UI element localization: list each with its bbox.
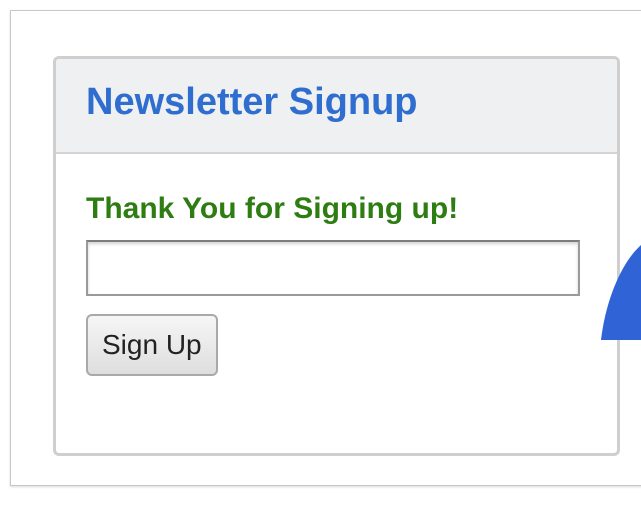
blue-pointer-shape-icon [601, 245, 641, 340]
newsletter-widget: Newsletter Signup Thank You for Signing … [53, 56, 620, 456]
screenshot-stage: Newsletter Signup Thank You for Signing … [0, 0, 641, 511]
thank-you-message: Thank You for Signing up! [86, 192, 459, 225]
widget-body: Thank You for Signing up! Sign Up [56, 154, 617, 376]
sign-up-button[interactable]: Sign Up [86, 314, 218, 376]
widget-header: Newsletter Signup [56, 59, 617, 154]
widget-title: Newsletter Signup [86, 81, 418, 123]
blue-pointer-shape-svg [601, 245, 641, 340]
email-input[interactable] [86, 240, 580, 296]
